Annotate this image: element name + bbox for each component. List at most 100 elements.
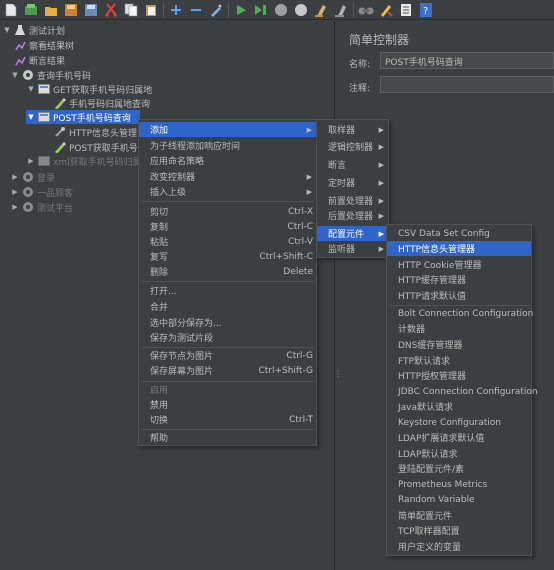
start-no-pause-icon[interactable]: [253, 2, 269, 18]
menu-item-toggle[interactable]: 切换 Ctrl-T: [139, 412, 316, 427]
menu-item-save-screen-image[interactable]: 保存屏幕为图片 Ctrl+Shift-G: [139, 363, 316, 378]
stop-icon[interactable]: [273, 2, 289, 18]
menu-item-insert-parent[interactable]: 插入上级 ▶: [139, 184, 316, 199]
menu-item-save-selection[interactable]: 选中部分保存为...: [139, 315, 316, 330]
menu-item-prometheus-metrics[interactable]: Prometheus Metrics: [387, 477, 531, 492]
menu-item-ldap-extended-defaults[interactable]: LDAP扩展请求默认值: [387, 430, 531, 445]
tree-node-login[interactable]: ▶ 登录: [10, 170, 55, 184]
menu-item-timer[interactable]: 定时器 ▶: [317, 175, 388, 190]
menu-item-tcp-sampler-config[interactable]: TCP取样器配置: [387, 523, 531, 538]
clear-icon[interactable]: [313, 2, 329, 18]
menu-item-http-header-manager[interactable]: HTTP信息头管理器: [387, 241, 531, 256]
menu-item-keystore-config[interactable]: Keystore Configuration: [387, 415, 531, 430]
menu-item-counter[interactable]: 计数器: [387, 321, 531, 336]
tree-node-assertion-results[interactable]: 断言结果: [14, 53, 65, 67]
menu-item-csv-data-set[interactable]: CSV Data Set Config: [387, 226, 531, 241]
expand-arrow-icon[interactable]: ▶: [10, 203, 20, 211]
function-helper-icon[interactable]: [398, 2, 414, 18]
expand-arrow-icon[interactable]: ▶: [10, 173, 20, 181]
menu-item-change-controller[interactable]: 改变控制器 ▶: [139, 169, 316, 184]
save-as-icon[interactable]: [83, 2, 99, 18]
tree-node-label: 测试计划: [29, 26, 66, 37]
expand-arrow-icon[interactable]: ▶: [10, 188, 20, 196]
tree-node-view-results-tree[interactable]: 察看结果树: [14, 38, 74, 52]
start-icon[interactable]: [233, 2, 249, 18]
collapse-arrow-icon[interactable]: ▼: [10, 71, 20, 79]
menu-item-copy[interactable]: 复制 Ctrl-C: [139, 219, 316, 234]
clear-all-icon[interactable]: [333, 2, 349, 18]
copy-icon[interactable]: [123, 2, 139, 18]
menu-item-http-cache-manager[interactable]: HTTP缓存管理器: [387, 272, 531, 287]
toolbar-separator: [163, 1, 164, 18]
menu-item-help[interactable]: 帮助: [139, 430, 316, 445]
open-icon[interactable]: [43, 2, 59, 18]
save-icon[interactable]: [63, 2, 79, 18]
menu-item-add[interactable]: 添加 ▶: [139, 122, 316, 137]
menu-item-http-cookie-manager[interactable]: HTTP Cookie管理器: [387, 257, 531, 272]
menu-item-sampler[interactable]: 取样器 ▶: [317, 122, 388, 137]
tree-node-get-phone-location[interactable]: ▼ GET获取手机号码归属地: [26, 82, 152, 96]
menu-item-config-element[interactable]: 配置元件 ▶: [317, 226, 388, 241]
tree-node-test-plan[interactable]: ▼ 测试计划: [2, 23, 65, 37]
menu-item-apply-naming[interactable]: 应用命名策略: [139, 153, 316, 168]
menu-item-java-defaults[interactable]: Java默认请求: [387, 399, 531, 414]
collapse-icon[interactable]: [188, 2, 204, 18]
comment-field[interactable]: [380, 76, 554, 93]
menu-item-user-defined-variables[interactable]: 用户定义的变量: [387, 539, 531, 554]
new-icon[interactable]: [3, 2, 19, 18]
menu-item-jdbc-connection[interactable]: JDBC Connection Configuration: [387, 384, 538, 399]
tree-node-xml-get-phone[interactable]: ▶ xml获取手机号码归属: [26, 154, 142, 168]
tree-node-post-phone-query[interactable]: ▼ POST手机号码查询: [26, 110, 140, 124]
tree-node-query-phone[interactable]: ▼ 查询手机号码: [10, 68, 91, 82]
menu-item-http-request-defaults[interactable]: HTTP请求默认值: [387, 288, 531, 303]
menu-item-remove[interactable]: 删除 Delete: [139, 264, 316, 279]
menu-item-assertion[interactable]: 断言 ▶: [317, 157, 388, 172]
menu-item-logic-controller[interactable]: 逻辑控制器 ▶: [317, 139, 388, 154]
tree-node-test-platform[interactable]: ▶ 测试平台: [10, 200, 73, 214]
help-icon[interactable]: ?: [418, 2, 434, 18]
tree-node-http-header-manager[interactable]: HTTP信息头管理: [54, 125, 137, 139]
tree-node-label: 查询手机号码: [37, 71, 92, 82]
menu-item-dns-cache-manager[interactable]: DNS缓存管理器: [387, 337, 531, 352]
split-pane-divider[interactable]: [334, 21, 342, 570]
menu-item-cut[interactable]: 剪切 Ctrl-X: [139, 204, 316, 219]
reset-search-icon[interactable]: [378, 2, 394, 18]
menu-item-simple-config[interactable]: 简单配置元件: [387, 508, 531, 523]
tree-node-phone-location-query[interactable]: 手机号码归属地查询: [54, 96, 150, 110]
collapse-arrow-icon[interactable]: ▼: [26, 85, 36, 93]
expand-arrow-icon[interactable]: ▶: [26, 157, 36, 165]
menu-item-duplicate[interactable]: 复写 Ctrl+Shift-C: [139, 249, 316, 264]
menu-item-pre-processor[interactable]: 前置处理器 ▶: [317, 193, 388, 208]
menu-item-ldap-defaults[interactable]: LDAP默认请求: [387, 446, 531, 461]
collapse-arrow-icon[interactable]: ▼: [26, 113, 36, 121]
toggle-icon[interactable]: [208, 2, 224, 18]
search-icon[interactable]: [358, 2, 374, 18]
divider-grip-icon[interactable]: · · ·: [336, 368, 340, 383]
menu-item-save-as-fragment[interactable]: 保存为测试片段: [139, 330, 316, 345]
menu-item-add-think-times[interactable]: 为子线程添加响应时间: [139, 138, 316, 153]
menu-item-paste[interactable]: 粘贴 Ctrl-V: [139, 234, 316, 249]
menu-item-save-node-image[interactable]: 保存节点为图片 Ctrl-G: [139, 348, 316, 363]
tree-node-post-get-phone[interactable]: POST获取手机号: [54, 140, 138, 154]
menu-item-open[interactable]: 打开...: [139, 283, 316, 298]
svg-text:?: ?: [423, 6, 428, 17]
menu-item-disable[interactable]: 禁用: [139, 397, 316, 412]
menu-item-listener[interactable]: 监听器 ▶: [317, 241, 388, 256]
menu-item-merge[interactable]: 合并: [139, 299, 316, 314]
comment-label: 注释:: [349, 84, 371, 94]
templates-icon[interactable]: [23, 2, 39, 18]
paste-icon[interactable]: [143, 2, 159, 18]
menu-item-post-processor[interactable]: 后置处理器 ▶: [317, 208, 388, 223]
gear-icon: [22, 186, 34, 198]
tree-node-customer[interactable]: ▶ 一品顾客: [10, 185, 73, 199]
collapse-arrow-icon[interactable]: ▼: [2, 26, 12, 34]
menu-item-bolt-connection[interactable]: Bolt Connection Configuration: [387, 306, 533, 321]
menu-item-http-auth-manager[interactable]: HTTP授权管理器: [387, 368, 531, 383]
name-field[interactable]: POST手机号码查询: [380, 52, 554, 69]
shutdown-icon[interactable]: [293, 2, 309, 18]
menu-item-ftp-defaults[interactable]: FTP默认请求: [387, 353, 531, 368]
menu-item-login-config[interactable]: 登陆配置元件/素: [387, 461, 531, 476]
cut-icon[interactable]: [103, 2, 119, 18]
expand-icon[interactable]: [168, 2, 184, 18]
menu-item-random-variable[interactable]: Random Variable: [387, 492, 531, 507]
